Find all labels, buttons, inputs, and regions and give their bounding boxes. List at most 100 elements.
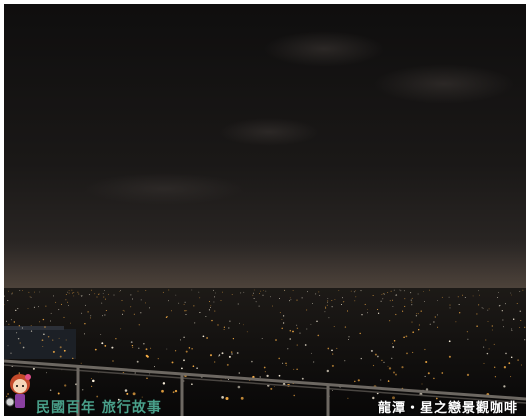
city-light [78, 293, 80, 295]
city-light [253, 289, 255, 291]
city-light [179, 339, 181, 341]
city-light [238, 372, 241, 374]
city-light [313, 361, 315, 363]
city-light [112, 360, 114, 362]
city-light [395, 373, 397, 376]
city-light [348, 338, 350, 340]
city-light [27, 308, 29, 309]
city-light [520, 320, 522, 322]
city-light [67, 291, 69, 293]
city-light [140, 299, 142, 301]
city-light [449, 304, 451, 306]
city-light [146, 377, 148, 379]
city-light [487, 321, 489, 323]
city-light [191, 383, 193, 385]
city-light [318, 291, 320, 293]
city-light [19, 290, 21, 291]
city-light [357, 379, 360, 382]
city-light [18, 325, 20, 327]
city-light [290, 299, 292, 301]
city-light [299, 332, 301, 334]
city-light [145, 348, 148, 351]
city-light [208, 309, 210, 311]
city-light [100, 334, 102, 336]
city-light [145, 290, 147, 291]
city-light [423, 301, 425, 302]
city-light [402, 310, 404, 312]
city-light [389, 320, 391, 322]
city-light [503, 385, 506, 388]
city-light [30, 325, 32, 327]
city-light [434, 316, 436, 318]
city-light [326, 302, 328, 303]
city-light [121, 300, 123, 301]
city-light [209, 354, 213, 357]
city-light [220, 300, 222, 301]
city-light [306, 309, 308, 311]
city-light [296, 327, 299, 329]
city-light [210, 305, 212, 307]
city-light [39, 321, 41, 323]
city-light [382, 298, 384, 300]
cloud [219, 118, 319, 146]
city-light [181, 367, 183, 370]
city-light [478, 304, 480, 306]
city-light [137, 290, 139, 292]
city-light [209, 307, 211, 308]
city-light [253, 292, 254, 294]
city-light [410, 299, 412, 301]
city-light [227, 379, 229, 380]
city-light [296, 299, 298, 301]
city-light [285, 364, 287, 366]
city-light [65, 299, 67, 301]
city-light [214, 292, 216, 294]
city-light [132, 392, 136, 396]
city-light [411, 297, 413, 299]
city-light [133, 313, 135, 315]
city-light [168, 289, 170, 291]
city-light [511, 294, 512, 296]
city-light [343, 300, 345, 302]
city-light [324, 311, 326, 313]
city-light [188, 347, 191, 349]
city-light [252, 294, 254, 296]
city-light [388, 367, 392, 370]
city-light [504, 303, 506, 305]
city-light [57, 392, 60, 395]
city-light [92, 379, 95, 383]
city-light [429, 289, 431, 291]
city-light [113, 294, 115, 296]
city-light [448, 355, 451, 358]
city-light [132, 346, 134, 349]
city-light [516, 303, 518, 305]
city-light [41, 339, 44, 342]
city-light [73, 295, 75, 297]
city-light [370, 349, 373, 352]
city-light [457, 296, 459, 298]
city-light [68, 292, 70, 294]
city-light [437, 326, 439, 328]
city-light [18, 372, 21, 374]
city-light [387, 292, 389, 293]
city-light [404, 305, 406, 307]
city-light [123, 310, 125, 312]
city-light [415, 315, 418, 317]
city-light [275, 339, 277, 341]
city-light [405, 335, 408, 338]
city-light [393, 340, 396, 342]
city-light [285, 362, 287, 364]
city-light [103, 296, 105, 298]
city-light [510, 356, 513, 358]
city-light [243, 291, 245, 293]
city-light [462, 294, 464, 296]
city-light [364, 303, 366, 305]
city-light [361, 314, 363, 316]
city-light [194, 322, 196, 324]
city-light [389, 300, 391, 302]
city-light [84, 304, 86, 306]
city-light [64, 384, 67, 387]
city-light [273, 386, 275, 388]
city-light [132, 298, 133, 300]
city-light [478, 290, 480, 292]
city-light [183, 336, 185, 339]
